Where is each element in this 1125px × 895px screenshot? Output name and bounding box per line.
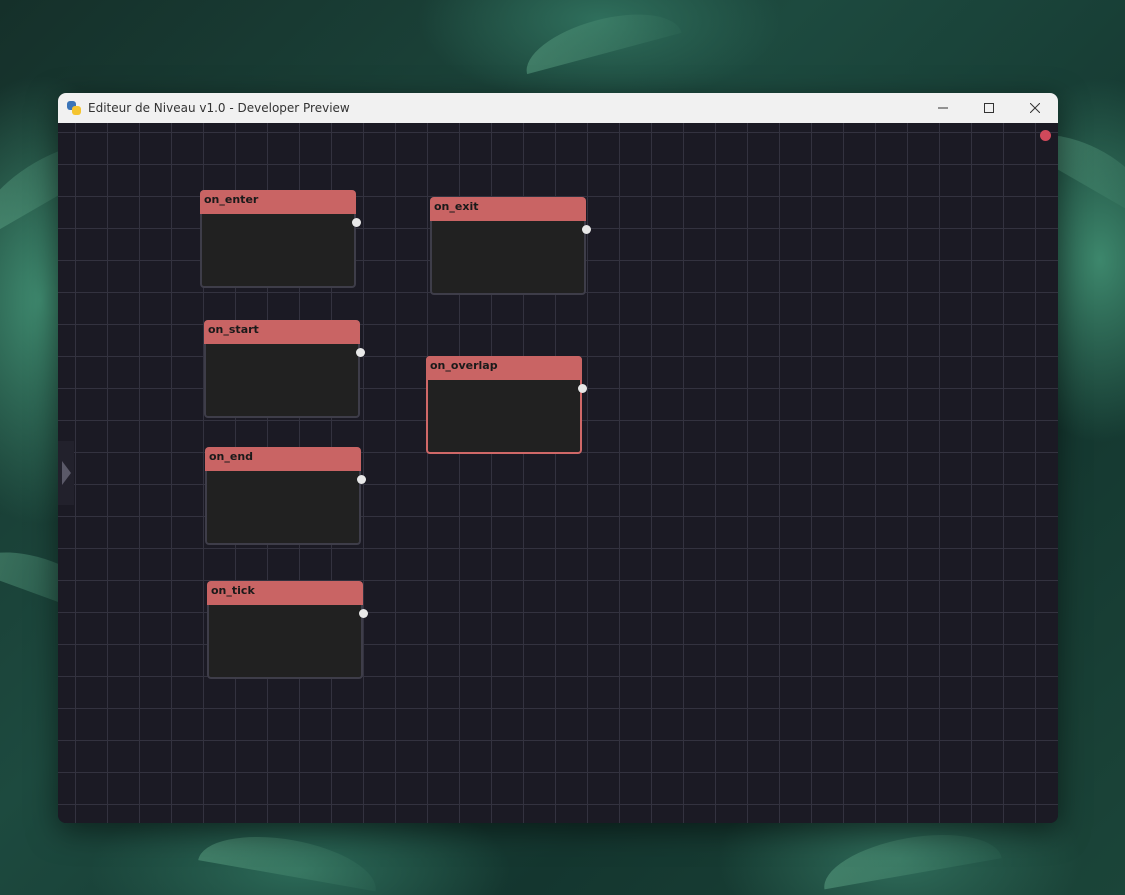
node-header[interactable]: on_enter	[200, 190, 356, 214]
output-port[interactable]	[357, 475, 366, 484]
maximize-button[interactable]	[966, 93, 1012, 123]
leaf-decoration	[198, 824, 382, 892]
window-title: Editeur de Niveau v1.0 - Developer Previ…	[88, 101, 350, 115]
event-node-on-overlap[interactable]: on_overlap	[426, 356, 587, 454]
maximize-icon	[984, 103, 994, 113]
output-port[interactable]	[356, 348, 365, 357]
python-app-icon	[66, 100, 82, 116]
close-button[interactable]	[1012, 93, 1058, 123]
output-port[interactable]	[582, 225, 591, 234]
status-indicator	[1040, 130, 1051, 141]
minimize-button[interactable]	[920, 93, 966, 123]
minimize-icon	[938, 107, 948, 109]
event-node-on-enter[interactable]: on_enter	[200, 190, 361, 288]
close-icon	[1030, 103, 1040, 113]
node-header[interactable]: on_start	[204, 320, 360, 344]
node-title: on_exit	[434, 200, 479, 213]
node-graph-canvas[interactable]: on_enter on_exit on_start on_overlap on_	[58, 123, 1058, 823]
leaf-decoration	[518, 0, 682, 75]
title-bar[interactable]: Editeur de Niveau v1.0 - Developer Previ…	[58, 93, 1058, 123]
sidebar-expand-handle[interactable]	[58, 441, 74, 505]
output-port[interactable]	[578, 384, 587, 393]
event-node-on-exit[interactable]: on_exit	[430, 197, 591, 295]
node-title: on_overlap	[430, 359, 498, 372]
leaf-decoration	[818, 822, 1002, 890]
node-title: on_start	[208, 323, 259, 336]
output-port[interactable]	[352, 218, 361, 227]
node-title: on_tick	[211, 584, 255, 597]
output-port[interactable]	[359, 609, 368, 618]
node-title: on_end	[209, 450, 254, 463]
node-header[interactable]: on_tick	[207, 581, 363, 605]
app-window: Editeur de Niveau v1.0 - Developer Previ…	[58, 93, 1058, 823]
node-header[interactable]: on_end	[205, 447, 361, 471]
event-node-on-tick[interactable]: on_tick	[207, 581, 368, 679]
event-node-on-start[interactable]: on_start	[204, 320, 365, 418]
node-header[interactable]: on_exit	[430, 197, 586, 221]
node-title: on_enter	[204, 193, 259, 206]
node-header[interactable]: on_overlap	[426, 356, 582, 380]
event-node-on-end[interactable]: on_end	[205, 447, 366, 545]
